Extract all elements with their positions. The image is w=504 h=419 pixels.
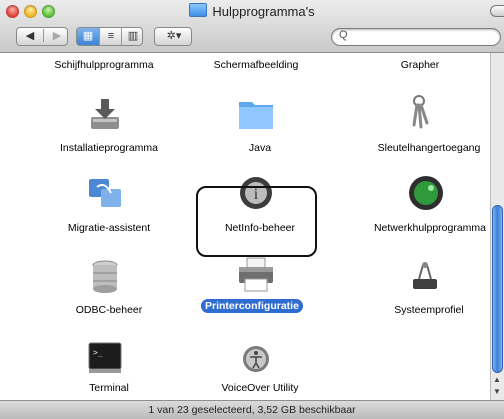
scroll-up-arrow-icon[interactable]: ▲ xyxy=(493,375,501,384)
toolbar-toggle-button[interactable] xyxy=(490,5,504,17)
scrollbar-thumb[interactable] xyxy=(492,205,503,373)
column-view-button[interactable]: ▥ xyxy=(121,28,144,45)
app-item-terminal[interactable]: >_ Terminal xyxy=(30,335,180,399)
system-profiler-icon xyxy=(413,262,437,289)
item-label: Java xyxy=(248,142,272,154)
app-item-sleutelhangertoegang[interactable]: Sleutelhangertoegang xyxy=(360,87,490,157)
item-label: Sleutelhangertoegang xyxy=(377,142,481,154)
item-label: VoiceOver Utility xyxy=(221,382,299,394)
odbc-icon xyxy=(92,260,118,293)
status-bar: 1 van 23 geselecteerd, 3,52 GB beschikba… xyxy=(0,400,504,419)
folder-icon xyxy=(189,3,208,17)
printer-icon xyxy=(239,257,273,292)
migration-assistant-icon xyxy=(89,179,121,207)
app-item-odbc-beheer[interactable]: ODBC-beheer xyxy=(30,253,180,323)
app-item-systeemprofiel[interactable]: Systeemprofiel xyxy=(360,253,490,323)
java-folder-icon xyxy=(239,102,273,129)
voiceover-icon xyxy=(243,346,269,372)
app-item-java[interactable]: Java xyxy=(196,87,316,157)
view-mode-control: ▦ ≡ ▥ xyxy=(76,27,143,46)
action-menu-button[interactable]: ✲▾ xyxy=(154,27,192,46)
item-label: ODBC-beheer xyxy=(75,304,143,316)
network-utility-icon xyxy=(409,176,443,210)
gear-icon: ✲▾ xyxy=(166,30,182,42)
window-title-text: Hulpprogramma's xyxy=(212,4,315,19)
item-label: Schermafbeelding xyxy=(213,59,299,71)
keychain-icon xyxy=(412,95,429,129)
item-label: Installatieprogramma xyxy=(59,142,159,154)
icon-view-button[interactable]: ▦ xyxy=(77,28,99,45)
item-label: Netwerkhulpprogramma xyxy=(373,222,487,234)
status-text: 1 van 23 geselecteerd, 3,52 GB beschikba… xyxy=(148,404,356,416)
scroll-down-arrow-icon[interactable]: ▼ xyxy=(493,387,501,396)
forward-button[interactable]: ▶ xyxy=(43,29,70,42)
window-title: Hulpprogramma's xyxy=(0,3,504,19)
item-label-selected: Printerconfiguratie xyxy=(201,299,303,313)
search-input[interactable] xyxy=(352,30,492,42)
item-label: Grapher xyxy=(400,59,440,71)
item-label: Terminal xyxy=(89,382,129,394)
app-item-migratie-assistent[interactable]: Migratie-assistent xyxy=(30,171,180,241)
item-label: Systeemprofiel xyxy=(394,304,464,316)
back-button[interactable]: ◀ xyxy=(17,29,43,42)
finder-window: Hulpprogramma's ◀ ▶ ▦ ≡ ▥ ✲▾ Q Schijfhul… xyxy=(0,0,504,419)
app-item-printerconfiguratie[interactable]: Printerconfiguratie xyxy=(196,253,316,323)
app-item-schijfhulpprogramma[interactable]: Schijfhulpprogramma xyxy=(39,55,169,73)
search-field[interactable]: Q xyxy=(331,28,501,46)
icon-grid: Schijfhulpprogramma Schermafbeelding Gra… xyxy=(0,53,490,400)
app-item-installatieprogramma[interactable]: Installatieprogramma xyxy=(30,87,180,157)
vertical-scrollbar[interactable]: ▲ ▼ xyxy=(490,53,504,400)
selection-frame xyxy=(196,186,317,257)
terminal-icon: >_ xyxy=(88,342,122,373)
app-item-schermafbeelding[interactable]: Schermafbeelding xyxy=(196,55,316,73)
item-label: Migratie-assistent xyxy=(67,222,151,234)
svg-text:>_: >_ xyxy=(93,348,103,357)
list-view-button[interactable]: ≡ xyxy=(99,28,122,45)
app-item-netwerkhulpprogramma[interactable]: Netwerkhulpprogramma xyxy=(356,171,490,241)
app-item-grapher[interactable]: Grapher xyxy=(360,55,480,73)
title-bar: Hulpprogramma's ◀ ▶ ▦ ≡ ▥ ✲▾ Q xyxy=(0,0,504,53)
search-icon: Q xyxy=(339,29,348,41)
installer-icon xyxy=(91,99,119,129)
item-label: Schijfhulpprogramma xyxy=(54,59,154,71)
back-forward-control: ◀ ▶ xyxy=(16,27,68,46)
app-item-voiceover-utility[interactable]: VoiceOver Utility xyxy=(196,335,316,399)
